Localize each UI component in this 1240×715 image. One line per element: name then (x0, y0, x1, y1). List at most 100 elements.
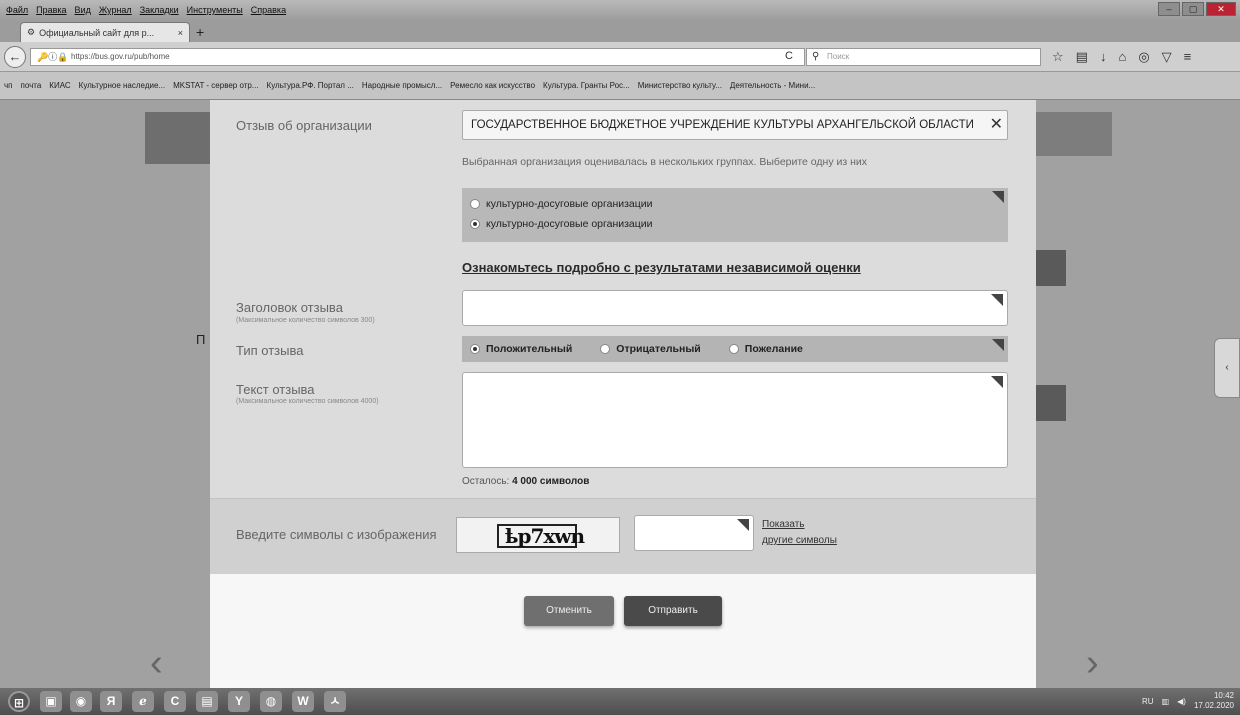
chars-remaining-prefix: Осталось: (462, 476, 510, 487)
maximize-button[interactable]: ▢ (1182, 2, 1204, 16)
taskbar-app-icon[interactable]: ▣ (40, 691, 62, 712)
org-label: Отзыв об организации (236, 118, 372, 133)
carousel-next-icon[interactable]: › (1086, 642, 1099, 685)
yandex-browser-icon[interactable]: Я (100, 691, 122, 712)
back-arrow-icon[interactable]: ← (4, 46, 26, 68)
menu-item-edit[interactable]: Правка (36, 5, 66, 15)
active-tab[interactable]: ⚙ Официальный сайт для р... × (20, 22, 190, 42)
group-option[interactable]: культурно-досуговые организации (470, 218, 653, 230)
captcha-image: ҍp7xwn (456, 517, 620, 553)
carousel-prev-icon[interactable]: ‹ (150, 642, 163, 685)
type-option-wish[interactable]: Пожелание (728, 343, 803, 355)
volume-icon[interactable]: ◀) (1177, 697, 1186, 706)
windows-taskbar: ⊞ ▣ ◉ Я ℯ C ▤ Y ◍ W ㅅ RU ▥ ◀) 10:42 17.0… (0, 688, 1240, 715)
cancel-button[interactable]: Отменить (524, 596, 614, 626)
captcha-section: Введите символы с изображения ҍp7xwn Пок… (210, 498, 1036, 574)
review-text-area[interactable] (462, 372, 1008, 468)
bookmark-item[interactable]: MKSTAT - сервер отр... (173, 81, 258, 90)
required-corner-icon (992, 191, 1004, 203)
taskbar-app-icon[interactable]: ◉ (70, 691, 92, 712)
lock-icon: 🔑ⓘ🔒 (37, 52, 69, 62)
menu-item-view[interactable]: Вид (75, 5, 91, 15)
captcha-input[interactable] (634, 515, 754, 551)
chat-icon[interactable]: ◎ (1138, 49, 1149, 65)
clock[interactable]: 10:42 17.02.2020 (1194, 691, 1234, 711)
group-selector: культурно-досуговые организации культурн… (462, 188, 1008, 242)
yandex-icon[interactable]: Y (228, 691, 250, 712)
language-indicator[interactable]: RU (1142, 697, 1154, 706)
radio-button[interactable] (470, 344, 480, 354)
ccleaner-icon[interactable]: C (164, 691, 186, 712)
type-option-positive[interactable]: Положительный (470, 343, 572, 355)
menu-item-help[interactable]: Справка (251, 5, 286, 15)
home-icon[interactable]: ⌂ (1118, 49, 1126, 65)
chars-remaining: Осталось: 4 000 символов (462, 476, 589, 487)
clock-date: 17.02.2020 (1193, 701, 1234, 710)
required-corner-icon (991, 294, 1003, 306)
close-window-button[interactable]: ✕ (1206, 2, 1236, 16)
text-label: Текст отзыва (236, 382, 315, 397)
menu-item-file[interactable]: Файл (6, 5, 28, 15)
required-corner-icon (991, 376, 1003, 388)
clock-time: 10:42 (1213, 691, 1234, 700)
bookmark-item[interactable]: Министерство культу... (638, 81, 722, 90)
group-hint: Выбранная организация оценивалась в неск… (462, 156, 868, 168)
menu-item-tools[interactable]: Инструменты (187, 5, 243, 15)
hamburger-menu-icon[interactable]: ≡ (1184, 49, 1192, 65)
group-option[interactable]: культурно-досуговые организации (470, 198, 653, 210)
required-corner-icon (992, 339, 1004, 351)
bookmark-item[interactable]: Культура.РФ. Портал ... (267, 81, 354, 90)
background-button (1032, 250, 1066, 286)
type-option-negative[interactable]: Отрицательный (600, 343, 701, 355)
bookmark-item[interactable]: Народные промысл... (362, 81, 442, 90)
radio-button[interactable] (728, 344, 739, 354)
search-icon: ⚲ (812, 51, 820, 62)
captcha-show-link[interactable]: Показать (762, 519, 805, 530)
bookmark-item[interactable]: Ремесло как искусство (450, 81, 535, 90)
organization-field[interactable]: ГОСУДАРСТВЕННОЕ БЮДЖЕТНОЕ УЧРЕЖДЕНИЕ КУЛ… (462, 110, 1008, 140)
chars-remaining-value: 4 000 символов (512, 476, 590, 487)
ie-icon[interactable]: ℯ (132, 691, 154, 712)
radio-button[interactable] (470, 199, 480, 209)
bookmark-item[interactable]: КИАС (49, 81, 70, 90)
clear-x-icon[interactable]: ✕ (990, 111, 1003, 139)
review-modal: Отзыв об организации ГОСУДАРСТВЕННОЕ БЮД… (210, 100, 1036, 688)
side-tab-button[interactable]: ‹ (1214, 338, 1240, 398)
radio-button[interactable] (470, 219, 480, 229)
search-input[interactable]: ⚲ Поиск (806, 48, 1041, 66)
captcha-other-link[interactable]: другие символы (762, 535, 837, 546)
download-icon[interactable]: ↓ (1100, 49, 1107, 65)
menu-item-bookmarks[interactable]: Закладки (140, 5, 179, 15)
tab-strip: ⚙ Официальный сайт для р... × + (0, 20, 1240, 42)
required-corner-icon (737, 519, 749, 531)
type-option-label: Отрицательный (616, 343, 701, 355)
send-button[interactable]: Отправить (624, 596, 722, 626)
radio-button[interactable] (600, 344, 611, 354)
bookmark-item[interactable]: Деятельность - Мини... (730, 81, 815, 90)
new-tab-button[interactable]: + (196, 24, 204, 40)
minimize-button[interactable]: – (1158, 2, 1180, 16)
system-tray: RU ▥ ◀) 10:42 17.02.2020 (1142, 691, 1234, 711)
word-icon[interactable]: W (292, 691, 314, 712)
background-text-fragment: П (196, 332, 206, 347)
acrobat-icon[interactable]: ㅅ (324, 691, 346, 712)
explorer-icon[interactable]: ▤ (196, 691, 218, 712)
results-link[interactable]: Ознакомьтесь подробно с результатами нез… (462, 260, 861, 275)
start-button[interactable]: ⊞ (8, 691, 30, 712)
bookmark-item[interactable]: чп (4, 81, 13, 90)
window-controls: – ▢ ✕ (1158, 2, 1236, 16)
address-bar[interactable]: 🔑ⓘ🔒 https://bus.gov.ru/pub/home (30, 48, 805, 66)
network-icon[interactable]: ▥ (1162, 697, 1170, 706)
bookmark-item[interactable]: почта (21, 81, 42, 90)
bookmark-star-icon[interactable]: ☆ (1052, 49, 1064, 65)
group-option-label: культурно-досуговые организации (486, 198, 653, 210)
pocket-icon[interactable]: ▽ (1162, 49, 1172, 65)
review-title-input[interactable] (462, 290, 1008, 326)
bookmark-item[interactable]: Культурное наследие... (79, 81, 165, 90)
menu-item-history[interactable]: Журнал (99, 5, 132, 15)
firefox-icon[interactable]: ◍ (260, 691, 282, 712)
tab-close-icon[interactable]: × (178, 28, 183, 38)
reload-icon[interactable]: C (785, 50, 793, 62)
reading-list-icon[interactable]: ▤ (1076, 49, 1088, 65)
bookmark-item[interactable]: Культура. Гранты Рос... (543, 81, 630, 90)
